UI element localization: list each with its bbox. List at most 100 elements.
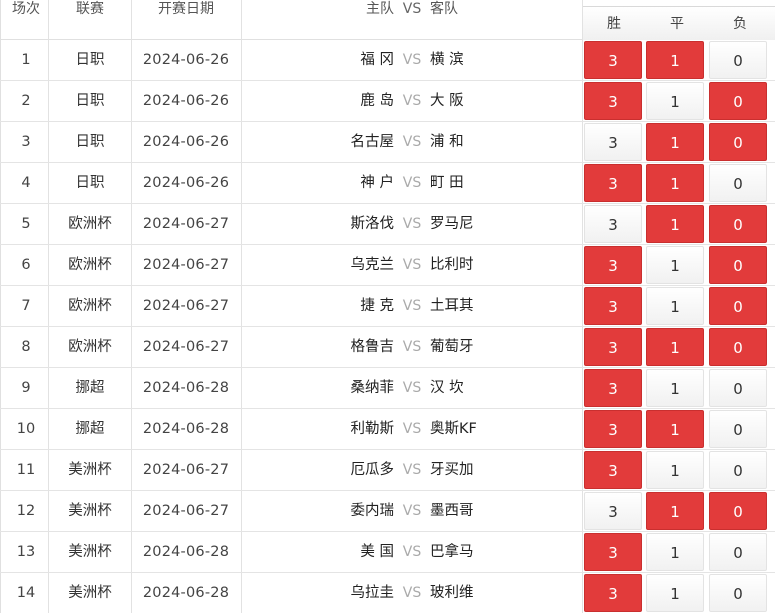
draw-option-button[interactable]: 1 <box>646 451 704 489</box>
draw-option-button[interactable]: 1 <box>646 82 704 120</box>
win-option-button[interactable]: 3 <box>584 410 642 448</box>
away-team: 土耳其 <box>430 298 474 314</box>
draw-option-button[interactable]: 1 <box>646 164 704 202</box>
lose-option-button[interactable]: 0 <box>709 451 767 489</box>
lose-option-button[interactable]: 0 <box>709 41 767 79</box>
match-index: 7 <box>21 298 31 314</box>
win-option-button[interactable]: 3 <box>584 574 642 612</box>
win-option-button[interactable]: 3 <box>584 246 642 284</box>
draw-option-button[interactable]: 1 <box>646 574 704 612</box>
league-name: 欧洲杯 <box>68 339 112 355</box>
home-team: 厄瓜多 <box>350 462 395 478</box>
table-row: 13 美洲杯 2024-06-28 美 国 VS 巴拿马 3 1 0 <box>0 532 775 573</box>
draw-option-button[interactable]: 1 <box>646 287 704 325</box>
match-index: 5 <box>21 216 31 232</box>
draw-option-button[interactable]: 1 <box>646 123 704 161</box>
away-team: 墨西哥 <box>430 503 474 519</box>
away-team: 町 田 <box>430 175 464 191</box>
match-date: 2024-06-26 <box>142 134 230 150</box>
vs-label: VS <box>402 257 422 273</box>
match-index: 8 <box>21 339 31 355</box>
away-team: 玻利维 <box>430 585 474 601</box>
league-name: 美洲杯 <box>68 544 112 560</box>
vs-label: VS <box>402 339 422 355</box>
away-team: 葡萄牙 <box>430 339 474 355</box>
lose-option-button[interactable]: 0 <box>709 164 767 202</box>
match-date: 2024-06-27 <box>142 503 230 519</box>
table-row: 11 美洲杯 2024-06-27 厄瓜多 VS 牙买加 3 1 0 <box>0 450 775 491</box>
draw-option-button[interactable]: 1 <box>646 533 704 571</box>
lose-option-button[interactable]: 0 <box>709 246 767 284</box>
vs-label: VS <box>402 380 422 396</box>
table-row: 1 日职 2024-06-26 福 冈 VS 横 滨310 <box>0 40 775 81</box>
draw-option-button[interactable]: 1 <box>646 369 704 407</box>
draw-option-button[interactable]: 1 <box>646 246 704 284</box>
match-index: 12 <box>16 503 36 519</box>
win-option-button[interactable]: 3 <box>584 369 642 407</box>
lose-option-button[interactable]: 0 <box>709 205 767 243</box>
table-row: 9 挪超 2024-06-28 桑纳菲 VS 汉 坎 310 <box>0 368 775 409</box>
lose-option-button[interactable]: 0 <box>709 533 767 571</box>
lose-option-button[interactable]: 0 <box>709 574 767 612</box>
header-idx: 场次 <box>12 1 40 17</box>
draw-option-button[interactable]: 1 <box>646 492 704 530</box>
league-name: 欧洲杯 <box>68 257 112 273</box>
home-team: 福 冈 <box>360 52 394 68</box>
win-option-button[interactable]: 3 <box>584 82 642 120</box>
match-date: 2024-06-27 <box>142 216 230 232</box>
win-option-button[interactable]: 3 <box>584 451 642 489</box>
draw-option-button[interactable]: 1 <box>646 41 704 79</box>
win-option-button[interactable]: 3 <box>584 533 642 571</box>
away-team: 大 阪 <box>430 93 464 109</box>
header-league: 联赛 <box>76 1 104 17</box>
win-option-button[interactable]: 3 <box>584 492 642 530</box>
home-team: 神 户 <box>360 175 394 191</box>
league-name: 挪超 <box>75 380 105 396</box>
match-date: 2024-06-26 <box>142 175 230 191</box>
lose-option-button[interactable]: 0 <box>709 410 767 448</box>
lose-option-button[interactable]: 0 <box>709 492 767 530</box>
lose-option-button[interactable]: 0 <box>709 369 767 407</box>
league-name: 挪超 <box>75 421 105 437</box>
match-index: 1 <box>21 52 31 68</box>
league-name: 美洲杯 <box>68 503 112 519</box>
win-option-button[interactable]: 3 <box>584 41 642 79</box>
home-team: 乌克兰 <box>350 257 395 273</box>
win-option-button[interactable]: 3 <box>584 328 642 366</box>
lose-option-button[interactable]: 0 <box>709 123 767 161</box>
away-team: 奥斯KF <box>430 421 477 437</box>
win-option-button[interactable]: 3 <box>584 123 642 161</box>
win-option-button[interactable]: 3 <box>584 287 642 325</box>
home-team: 委内瑞 <box>350 503 395 519</box>
table-header: 场次 联赛 开赛日期 主队 VS 客队 胜 平 负 <box>0 0 775 40</box>
header-date: 开赛日期 <box>158 1 214 17</box>
header-vs: VS <box>402 1 422 17</box>
home-team: 美 国 <box>360 544 394 560</box>
draw-option-button[interactable]: 1 <box>646 205 704 243</box>
vs-label: VS <box>402 134 422 150</box>
match-index: 3 <box>21 134 31 150</box>
match-index: 2 <box>21 93 31 109</box>
league-name: 日职 <box>75 134 105 150</box>
lose-option-button[interactable]: 0 <box>709 287 767 325</box>
draw-option-button[interactable]: 1 <box>646 410 704 448</box>
match-index: 10 <box>16 421 36 437</box>
win-option-button[interactable]: 3 <box>584 205 642 243</box>
home-team: 名古屋 <box>350 134 395 150</box>
match-index: 9 <box>21 380 31 396</box>
vs-label: VS <box>402 52 422 68</box>
match-date: 2024-06-26 <box>142 52 230 68</box>
away-team: 巴拿马 <box>430 544 474 560</box>
away-team: 比利时 <box>430 257 474 273</box>
away-team: 汉 坎 <box>430 380 464 396</box>
vs-label: VS <box>402 503 422 519</box>
draw-option-button[interactable]: 1 <box>646 328 704 366</box>
table-row: 3 日职 2024-06-26 名古屋 VS 浦 和310 <box>0 122 775 163</box>
lose-option-button[interactable]: 0 <box>709 328 767 366</box>
away-team: 牙买加 <box>430 462 474 478</box>
match-index: 11 <box>16 462 36 478</box>
home-team: 捷 克 <box>360 298 394 314</box>
home-team: 乌拉圭 <box>350 585 395 601</box>
win-option-button[interactable]: 3 <box>584 164 642 202</box>
lose-option-button[interactable]: 0 <box>709 82 767 120</box>
